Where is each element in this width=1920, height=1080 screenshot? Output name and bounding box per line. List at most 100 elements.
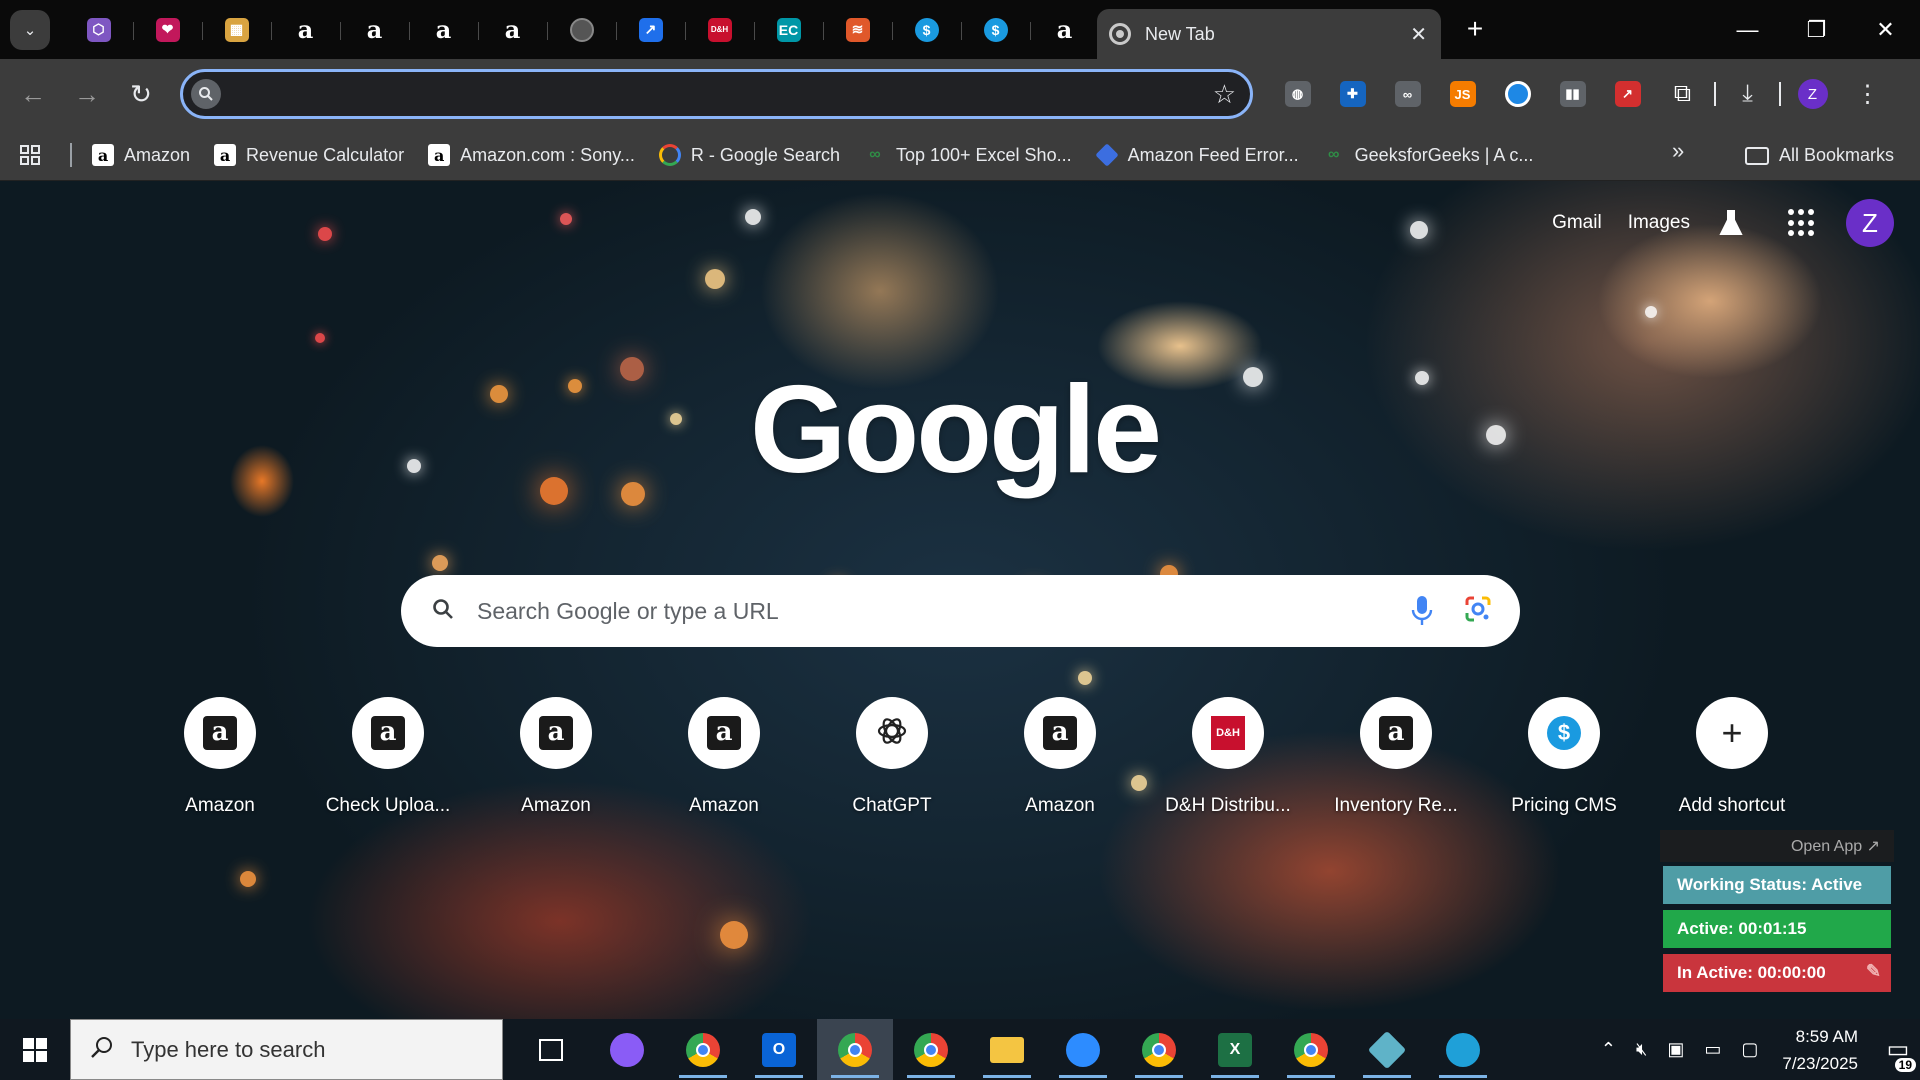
google-icon — [658, 144, 681, 166]
tab-search-button[interactable]: ⌄ — [10, 9, 50, 50]
taskbar-app[interactable] — [1273, 1019, 1349, 1080]
extension-button[interactable]: ◍ — [1270, 71, 1325, 117]
clock[interactable]: 8:59 AM 7/23/2025 — [1782, 1023, 1858, 1077]
taskbar-app[interactable] — [969, 1019, 1045, 1080]
taskbar-app[interactable] — [665, 1019, 741, 1080]
restore-button[interactable]: ❐ — [1782, 0, 1851, 59]
close-tab-icon[interactable]: ✕ — [1410, 22, 1427, 47]
edit-pencil-icon[interactable]: ✎ — [1866, 961, 1881, 982]
profile-avatar[interactable]: Z — [1846, 199, 1894, 247]
shortcut-tile[interactable]: a Check Uploa... — [304, 697, 472, 817]
start-button[interactable] — [0, 1019, 70, 1080]
profile-button[interactable]: Z — [1785, 71, 1840, 117]
shortcut-tile[interactable]: D&H D&H Distribu... — [1144, 697, 1312, 817]
extension-button[interactable]: ∞ — [1380, 71, 1435, 117]
taskbar-app[interactable] — [1425, 1019, 1501, 1080]
pinned-tab[interactable]: a — [1030, 8, 1099, 52]
meet-now-icon[interactable]: ▣ — [1667, 1039, 1684, 1060]
extension-button[interactable]: ⧉ — [1655, 71, 1710, 117]
bookmark-item[interactable]: a Revenue Calculator — [204, 137, 414, 173]
microphone-icon[interactable] — [1410, 594, 1434, 628]
address-bar[interactable]: ☆ — [180, 69, 1253, 119]
working-status-badge: Working Status: Active — [1663, 866, 1891, 904]
close-window-button[interactable]: ✕ — [1851, 0, 1920, 59]
pinned-tab[interactable]: ⬡ — [64, 8, 133, 52]
pinned-tab[interactable]: ≋ — [823, 8, 892, 52]
new-tab-button[interactable]: + — [1458, 12, 1492, 46]
shortcut-tile[interactable]: ChatGPT — [808, 697, 976, 817]
dh-icon: D&H — [707, 17, 732, 42]
shortcut-tile[interactable]: + Add shortcut — [1648, 697, 1816, 817]
pinned-tab[interactable]: a — [340, 8, 409, 52]
back-button[interactable]: ← — [6, 68, 60, 122]
bookmark-item[interactable]: a Amazon.com : Sony... — [418, 137, 645, 173]
taskbar-app[interactable]: X — [1197, 1019, 1273, 1080]
images-link[interactable]: Images — [1628, 212, 1690, 234]
pinned-tab[interactable] — [547, 8, 616, 52]
open-app-link[interactable]: Open App ↗ — [1660, 830, 1894, 862]
shortcut-tile[interactable]: a Amazon — [976, 697, 1144, 817]
gmail-link[interactable]: Gmail — [1552, 212, 1602, 234]
gfg-icon: ∞ — [1327, 146, 1340, 163]
extension-button[interactable]: ↗ — [1600, 71, 1655, 117]
shortcut-tile[interactable]: a Amazon — [136, 697, 304, 817]
forward-button[interactable]: → — [60, 68, 114, 122]
taskbar-app[interactable] — [1121, 1019, 1197, 1080]
battery-icon[interactable]: ▭ — [1704, 1039, 1721, 1060]
extension-button[interactable]: ✚ — [1325, 71, 1380, 117]
taskbar-search[interactable]: Type here to search — [70, 1019, 503, 1080]
taskbar-app[interactable] — [1349, 1019, 1425, 1080]
shortcut-tile[interactable]: a Amazon — [472, 697, 640, 817]
bookmark-item[interactable]: ∞ GeeksforGeeks | A c... — [1313, 137, 1544, 173]
extensions-icon: ⧉ — [1673, 80, 1692, 107]
shortcut-tile[interactable]: a Inventory Re... — [1312, 697, 1480, 817]
address-input[interactable] — [233, 83, 1213, 105]
taskbar-app[interactable] — [513, 1019, 589, 1080]
pinned-tab[interactable]: a — [409, 8, 478, 52]
google-lens-icon[interactable] — [1464, 595, 1492, 628]
bookmark-item[interactable]: Amazon Feed Error... — [1086, 137, 1309, 173]
chevron-up-icon[interactable]: ⌃ — [1601, 1039, 1616, 1060]
search-placeholder[interactable]: Search Google or type a URL — [477, 598, 1410, 625]
extension-button[interactable]: ▮▮ — [1545, 71, 1600, 117]
extension-button[interactable] — [1490, 71, 1545, 117]
pinned-tab[interactable]: a — [271, 8, 340, 52]
reload-button[interactable]: ↻ — [114, 68, 168, 122]
bookmark-star-icon[interactable]: ☆ — [1213, 79, 1236, 110]
pinned-tab[interactable]: $ — [961, 8, 1030, 52]
all-bookmarks-button[interactable]: All Bookmarks — [1745, 130, 1894, 181]
bookmark-item[interactable]: ∞ Top 100+ Excel Sho... — [854, 137, 1082, 173]
pinned-tab[interactable]: $ — [892, 8, 961, 52]
pinned-tab[interactable]: ↗ — [616, 8, 685, 52]
minimize-button[interactable]: — — [1713, 0, 1782, 59]
bookmark-item[interactable]: R - Google Search — [649, 137, 850, 173]
more-bookmarks-button[interactable]: » — [1672, 138, 1684, 164]
active-tab[interactable]: New Tab ✕ — [1097, 9, 1441, 59]
pinned-tab[interactable]: EC — [754, 8, 823, 52]
pinned-tab[interactable]: ❤ — [133, 8, 202, 52]
bokeh-dot — [407, 459, 421, 473]
bookmark-item[interactable]: a Amazon — [82, 137, 200, 173]
taskbar-app[interactable] — [817, 1019, 893, 1080]
taskbar-app[interactable] — [589, 1019, 665, 1080]
pinned-tab[interactable]: a — [478, 8, 547, 52]
google-apps-icon[interactable] — [1788, 209, 1816, 237]
downloads-button[interactable]: ⤓ — [1720, 71, 1775, 117]
ntp-search-box[interactable]: Search Google or type a URL — [401, 575, 1520, 647]
active-timer: Active: 00:01:15 — [1663, 910, 1891, 948]
shortcut-tile[interactable]: $ Pricing CMS — [1480, 697, 1648, 817]
notification-center-button[interactable]: ▭ 19 — [1876, 1019, 1920, 1080]
apps-grid-icon[interactable] — [0, 144, 60, 166]
taskbar-app[interactable] — [1045, 1019, 1121, 1080]
taskbar-app[interactable] — [893, 1019, 969, 1080]
browser-menu-button[interactable]: ⋮ — [1840, 71, 1895, 117]
taskbar-app[interactable]: O — [741, 1019, 817, 1080]
amazon-icon: a — [1043, 716, 1077, 750]
pinned-tab[interactable]: D&H — [685, 8, 754, 52]
network-icon[interactable]: ▢ — [1741, 1039, 1758, 1060]
extension-button[interactable]: JS — [1435, 71, 1490, 117]
pinned-tab[interactable]: ▦ — [202, 8, 271, 52]
labs-flask-icon[interactable] — [1716, 208, 1746, 238]
shortcut-tile[interactable]: a Amazon — [640, 697, 808, 817]
speaker-muted-icon[interactable]: 🔇︎ — [1636, 1039, 1647, 1060]
